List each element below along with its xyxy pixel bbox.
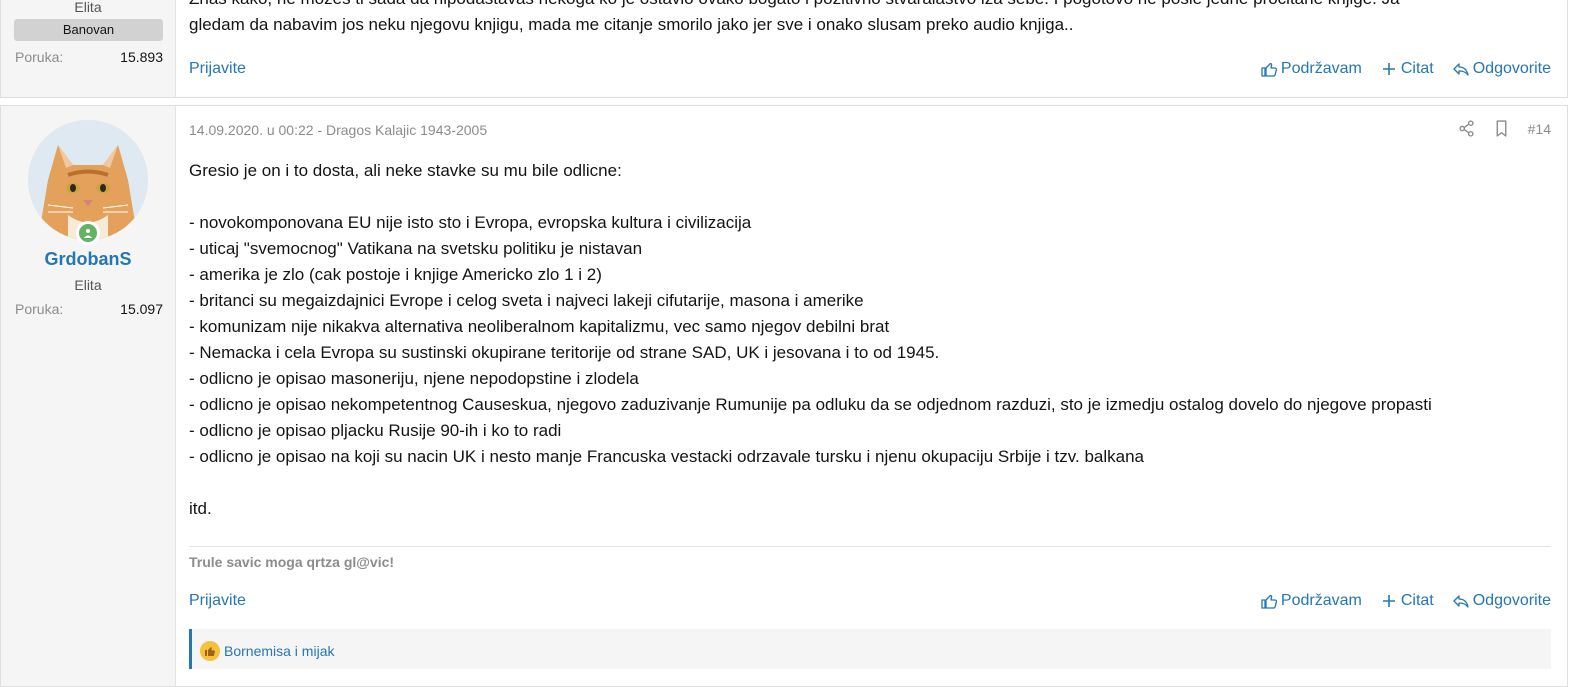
post-14-user-column: GrdobanS Elita Poruka: 15.097: [1, 106, 176, 686]
stat-label: Poruka:: [15, 49, 64, 65]
post-number[interactable]: #14: [1528, 121, 1551, 137]
post-line: - komunizam nije nikakva alternativa neo…: [189, 317, 890, 336]
post-14: GrdobanS Elita Poruka: 15.097 14.09.2020…: [0, 105, 1568, 687]
like-label: Podržavam: [1280, 592, 1362, 609]
quote-button[interactable]: Citat: [1381, 592, 1434, 610]
reply-label: Odgovorite: [1472, 60, 1551, 77]
like-button[interactable]: Podržavam: [1261, 592, 1362, 610]
user-banner: Banovan: [14, 19, 163, 41]
user-title: Elita: [74, 277, 102, 293]
post-line: - novokomponovana EU nije isto sto i Evr…: [189, 213, 752, 232]
post-line: - uticaj "svemocnog" Vatikana na svetsku…: [189, 239, 643, 258]
stat-value: 15.097: [120, 301, 163, 317]
post-meta-icons: #14: [1458, 120, 1551, 137]
thumbs-up-icon: [1261, 62, 1277, 77]
post-line: - odlicno je opisao pljacku Rusije 90-ih…: [189, 421, 562, 440]
post-1-body: Znas kako, ne mozes ti sada da nipodasta…: [189, 0, 1554, 38]
reply-icon: [1453, 63, 1469, 76]
quote-button[interactable]: Citat: [1381, 60, 1434, 78]
reply-button[interactable]: Odgovorite: [1453, 592, 1551, 610]
bookmark-icon[interactable]: [1493, 120, 1510, 137]
post-14-body: Gresio je on i to dosta, ali neke stavke…: [189, 158, 1559, 522]
stat-value: 15.893: [120, 49, 163, 65]
reactions-users[interactable]: Bornemisa i mijak: [224, 643, 334, 659]
plus-icon: [1382, 595, 1395, 607]
post-line: [189, 184, 1559, 210]
post-line: - odlicno je opisao nekompetentnog Cause…: [189, 395, 1432, 414]
plus-icon: [1382, 63, 1395, 75]
quote-label: Citat: [1400, 60, 1434, 77]
report-link[interactable]: Prijavite: [189, 60, 246, 78]
post-14-content: 14.09.2020. u 00:22 - Dragos Kalajic 194…: [176, 106, 1567, 686]
post-line: - britanci su megaizdajnici Evrope i cel…: [189, 291, 864, 310]
user-title: Elita: [74, 0, 102, 15]
signature: Trule savic moga qrtza gl@vic!: [189, 554, 395, 570]
post-line: - Nemacka i cela Evropa su sustinski oku…: [189, 343, 940, 362]
post-1: Elita Banovan Poruka: 15.893 Znas kako, …: [0, 0, 1568, 98]
username[interactable]: GrdobanS: [1, 249, 175, 270]
thumbs-up-icon: [1261, 594, 1277, 609]
post-line: - amerika je zlo (cak postoje i knjige A…: [189, 265, 602, 284]
post-line: - odlicno je opisao masoneriju, njene ne…: [189, 369, 639, 388]
user-message-count: Poruka: 15.893: [15, 49, 163, 65]
post-1-content: Znas kako, ne mozes ti sada da nipodasta…: [176, 0, 1567, 97]
reactions-bar: Bornemisa i mijak: [189, 629, 1551, 669]
reply-icon: [1453, 595, 1469, 608]
post-line: [189, 470, 1559, 496]
signature-divider: [189, 546, 1551, 547]
post-line: Gresio je on i to dosta, ali neke stavke…: [189, 161, 622, 180]
thumbs-up-icon: [200, 641, 220, 661]
reply-label: Odgovorite: [1472, 592, 1551, 609]
reply-button[interactable]: Odgovorite: [1453, 60, 1551, 78]
stat-label: Poruka:: [15, 301, 64, 317]
like-button[interactable]: Podržavam: [1261, 60, 1362, 78]
post-date[interactable]: 14.09.2020. u 00:22 - Dragos Kalajic 194…: [189, 122, 487, 138]
quote-label: Citat: [1400, 592, 1434, 609]
share-icon[interactable]: [1458, 120, 1475, 137]
like-label: Podržavam: [1280, 60, 1362, 77]
report-link[interactable]: Prijavite: [189, 592, 246, 610]
user-message-count: Poruka: 15.097: [15, 301, 163, 317]
online-user-icon: [76, 221, 100, 245]
post-1-line: Znas kako, ne mozes ti sada da nipodasta…: [189, 0, 1554, 12]
post-line: - odlicno je opisao na koji su nacin UK …: [189, 447, 1145, 466]
post-1-user-column: Elita Banovan Poruka: 15.893: [1, 0, 176, 97]
post-1-line: gledam da nabavim jos neku njegovu knjig…: [189, 15, 1074, 34]
post-line: itd.: [189, 499, 212, 518]
